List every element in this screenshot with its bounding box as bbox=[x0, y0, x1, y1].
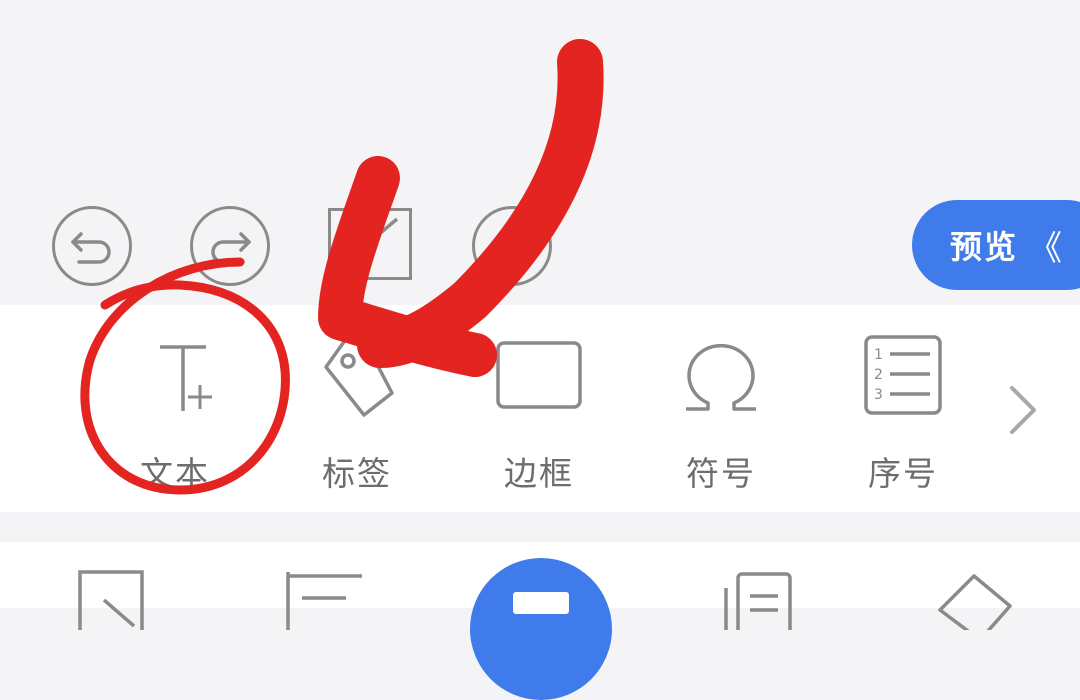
svg-text:3: 3 bbox=[874, 387, 883, 403]
svg-text:1: 1 bbox=[874, 347, 883, 363]
tool-symbol-label: 符号 bbox=[686, 454, 756, 493]
copy-icon[interactable] bbox=[720, 570, 810, 630]
tool-number[interactable]: 1 2 3 序号 bbox=[838, 325, 968, 495]
align-icon[interactable] bbox=[280, 570, 370, 630]
edit-button[interactable] bbox=[328, 208, 412, 280]
redo-icon bbox=[211, 232, 251, 264]
add-button[interactable] bbox=[472, 206, 552, 286]
insert-tool-strip: 文本 标签 边框 符号 1 2 3 序号 bbox=[0, 305, 1080, 512]
tool-symbol[interactable]: 符号 bbox=[656, 325, 786, 495]
double-chevron-left-icon: 《 bbox=[1028, 228, 1065, 269]
print-icon bbox=[513, 592, 569, 614]
edit-icon bbox=[343, 217, 399, 265]
preview-button[interactable]: 预览 《 bbox=[912, 200, 1080, 290]
tool-text-label: 文本 bbox=[140, 454, 210, 493]
tool-border[interactable]: 边框 bbox=[474, 325, 604, 495]
numbered-list-icon: 1 2 3 bbox=[864, 335, 942, 415]
svg-text:2: 2 bbox=[874, 367, 883, 383]
chevron-right-icon[interactable] bbox=[1002, 380, 1042, 440]
undo-icon bbox=[71, 232, 111, 264]
preview-label: 预览 bbox=[950, 228, 1019, 266]
text-add-icon bbox=[160, 345, 212, 411]
border-icon bbox=[496, 341, 582, 409]
tool-border-label: 边框 bbox=[504, 454, 574, 493]
eraser-icon[interactable] bbox=[930, 570, 1020, 630]
print-button[interactable] bbox=[470, 558, 612, 700]
omega-icon bbox=[686, 343, 756, 411]
tool-text[interactable]: 文本 bbox=[110, 325, 240, 495]
add-icon bbox=[494, 228, 530, 264]
tool-tag-label: 标签 bbox=[322, 454, 392, 493]
tool-number-label: 序号 bbox=[868, 454, 938, 493]
undo-button[interactable] bbox=[52, 206, 132, 286]
bottom-toolbar bbox=[0, 542, 1080, 700]
separator-band bbox=[0, 512, 1080, 542]
export-icon[interactable] bbox=[74, 570, 164, 630]
redo-button[interactable] bbox=[190, 206, 270, 286]
tag-icon bbox=[324, 337, 394, 417]
tool-tag[interactable]: 标签 bbox=[292, 325, 422, 495]
